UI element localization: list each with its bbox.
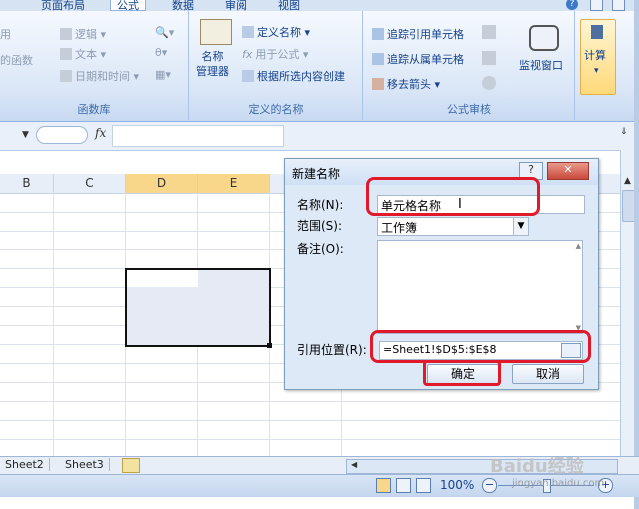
scope-label: 范围(S):	[297, 219, 343, 233]
cancel-button[interactable]: 取消	[512, 364, 584, 384]
chevron-down-icon[interactable]: ▼	[513, 218, 528, 235]
error-check-icon[interactable]	[482, 51, 496, 65]
column-header[interactable]: D	[126, 174, 198, 194]
more-functions-icon[interactable]: ▦▾	[155, 68, 171, 81]
define-name-button[interactable]: 定义名称 ▾	[242, 24, 310, 40]
glasses-icon	[529, 25, 559, 51]
column-header[interactable]: E	[198, 174, 270, 194]
fx-icon: fx	[242, 48, 253, 61]
trace-precedents-button[interactable]: 追踪引用单元格	[372, 26, 464, 42]
selected-range[interactable]	[125, 268, 272, 348]
zoom-out-icon[interactable]: −	[482, 478, 497, 493]
name-label: 名称(N):	[297, 198, 344, 212]
math-icon[interactable]: θ▾	[155, 46, 167, 59]
close-icon[interactable]	[612, 0, 625, 11]
watch-window-button[interactable]: 监视窗口	[519, 57, 563, 73]
highlight-ref-field	[370, 330, 591, 363]
fill-handle[interactable]	[267, 343, 272, 348]
ref-label: 引用位置(R):	[297, 343, 367, 357]
watermark-logo: Baidu经验	[490, 456, 584, 477]
grid-icon	[242, 70, 254, 82]
scroll-up-icon[interactable]: ▲	[624, 176, 631, 186]
tag-icon	[242, 26, 254, 38]
highlight-ok-button	[423, 360, 501, 386]
ribbon: 用 的函数 逻辑 ▾ 文本 ▾ 日期和时间 ▾ 🔍▾ θ▾ ▦▾ 函数库 名称 …	[0, 11, 634, 122]
minimize-icon[interactable]	[590, 0, 603, 11]
page-layout-view-icon[interactable]	[396, 478, 411, 493]
zoom-level[interactable]: 100%	[440, 478, 474, 492]
fx-icon[interactable]: fx	[95, 126, 106, 140]
formula-audit-group: 追踪引用单元格 追踪从属单元格 移去箭头 ▾ 监视窗口 公式审核	[364, 11, 575, 120]
help-icon[interactable]: ?	[566, 0, 578, 10]
tab-formulas[interactable]: 公式	[110, 0, 146, 12]
trace-precedents-icon	[372, 28, 384, 40]
insert-sheet-icon[interactable]	[122, 458, 140, 473]
show-formulas-icon[interactable]	[482, 25, 496, 39]
name-manager-icon	[200, 19, 232, 45]
vertical-scrollbar[interactable]: ▲	[620, 150, 636, 456]
function-fragment-2[interactable]: 的函数	[0, 52, 33, 68]
highlight-name-field	[366, 177, 540, 216]
logical-icon	[60, 28, 72, 40]
window-edge	[634, 0, 639, 509]
function-library-group: 用 的函数 逻辑 ▾ 文本 ▾ 日期和时间 ▾ 🔍▾ θ▾ ▦▾ 函数库	[0, 11, 189, 120]
formula-audit-label: 公式审核	[447, 103, 491, 116]
formula-bar: ▼ fx ⇓	[0, 122, 634, 151]
scroll-up-icon[interactable]: ▲	[576, 242, 581, 250]
page-break-view-icon[interactable]	[416, 478, 431, 493]
trace-dependents-button[interactable]: 追踪从属单元格	[372, 51, 464, 67]
defined-names-group: 名称 管理器 定义名称 ▾ fx 用于公式 ▾ 根据所选内容创建 定义的名称	[190, 11, 363, 120]
evaluate-formula-icon[interactable]	[482, 76, 496, 90]
comment-label: 备注(O):	[297, 242, 344, 256]
defined-names-label: 定义的名称	[248, 103, 304, 116]
date-time-button[interactable]: 日期和时间 ▾	[60, 68, 139, 84]
watermark-url: jingyan.baidu.com	[512, 478, 605, 489]
create-from-selection-button[interactable]: 根据所选内容创建	[242, 68, 345, 84]
scope-select[interactable]: 工作簿 ▼	[377, 217, 529, 236]
function-fragment-1[interactable]: 用	[0, 26, 11, 42]
text-button[interactable]: 文本 ▾	[60, 46, 106, 62]
text-icon	[60, 48, 72, 60]
calculation-group: 计算 ▾	[576, 11, 618, 120]
expand-formula-icon[interactable]: ⇓	[620, 127, 628, 137]
sheet-tab[interactable]: Sheet3	[60, 458, 110, 471]
calculation-label: 计算	[584, 49, 606, 62]
formula-bar-handle[interactable]	[36, 126, 88, 144]
column-header[interactable]: C	[54, 174, 126, 194]
use-in-formula-button[interactable]: fx 用于公式 ▾	[242, 46, 308, 62]
scroll-left-icon[interactable]: ◀	[351, 460, 357, 469]
remove-arrows-button[interactable]: 移去箭头 ▾	[372, 76, 440, 92]
calendar-icon	[60, 70, 72, 82]
dialog-close-button[interactable]: ✕	[547, 162, 589, 180]
trace-dependents-icon	[372, 53, 384, 65]
calculation-button[interactable]: 计算 ▾	[580, 19, 616, 95]
function-library-label: 函数库	[77, 103, 111, 116]
ribbon-tab-bar: 页面布局 公式 数据 审阅 视图 ?	[0, 0, 639, 12]
normal-view-icon[interactable]	[376, 478, 391, 493]
comment-textarea[interactable]: ▲ ▼	[377, 240, 583, 334]
logical-button[interactable]: 逻辑 ▾	[60, 26, 106, 42]
sheet-tab[interactable]: Sheet2	[0, 458, 50, 471]
name-box-dropdown-icon[interactable]: ▼	[22, 130, 29, 140]
chevron-down-icon: ▾	[594, 66, 599, 76]
column-header[interactable]: B	[0, 174, 54, 194]
dialog-title: 新建名称	[292, 167, 341, 181]
formula-input[interactable]	[112, 125, 284, 147]
calculator-icon	[591, 25, 603, 39]
remove-arrows-icon	[372, 78, 384, 90]
name-manager-button[interactable]: 名称 管理器	[196, 49, 229, 79]
scope-value: 工作簿	[381, 221, 418, 235]
lookup-icon[interactable]: 🔍▾	[155, 26, 174, 39]
active-cell[interactable]	[127, 270, 198, 287]
